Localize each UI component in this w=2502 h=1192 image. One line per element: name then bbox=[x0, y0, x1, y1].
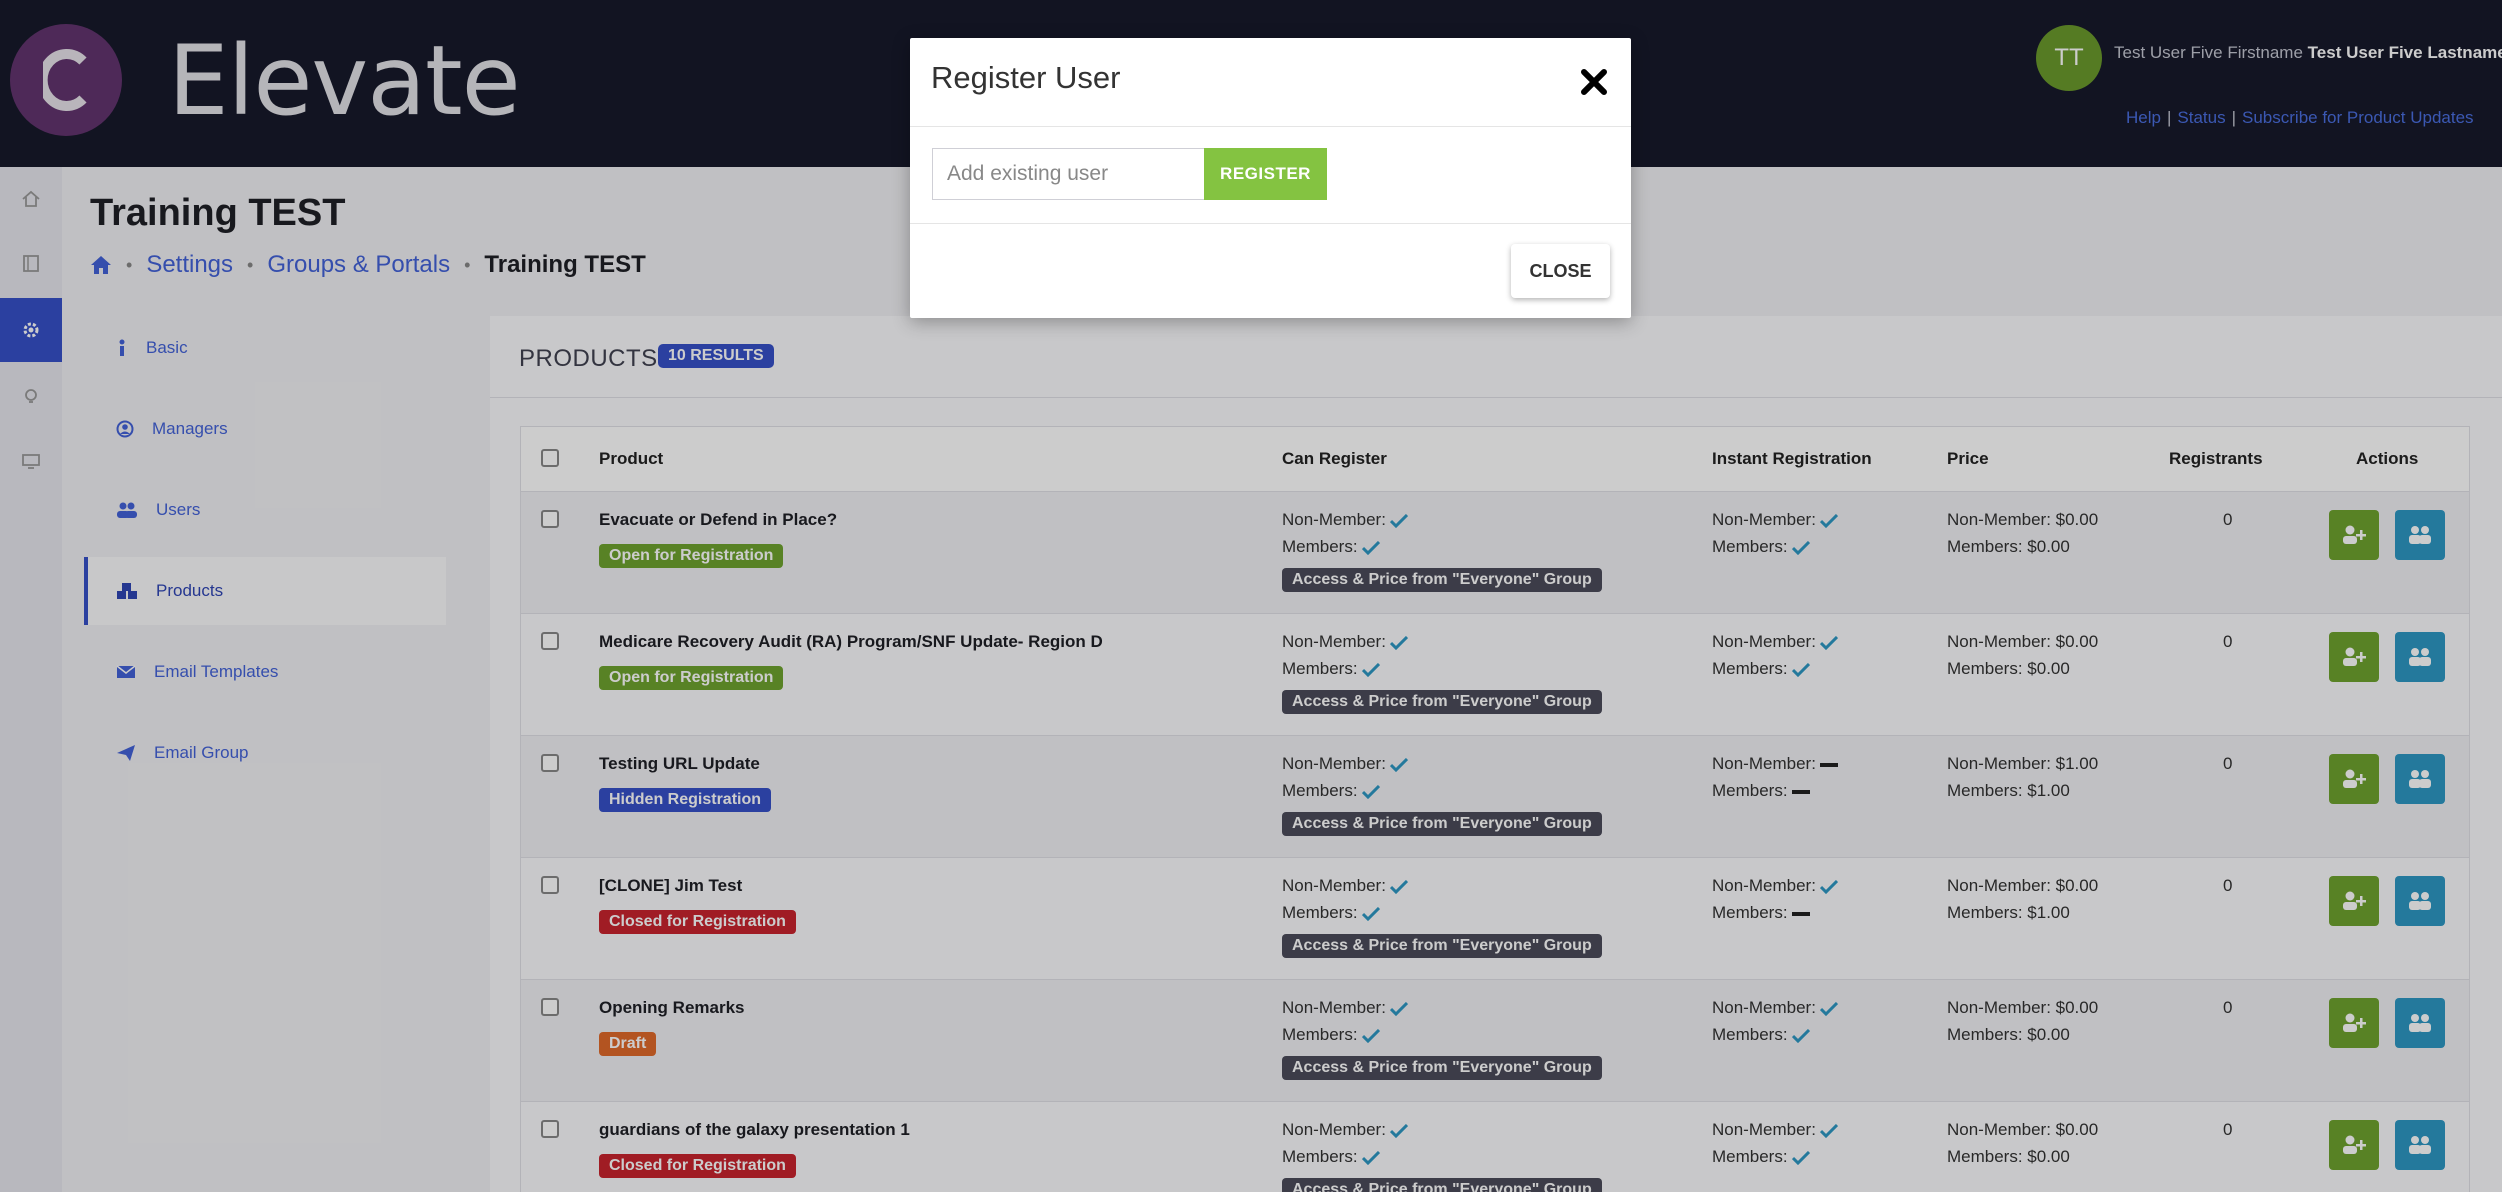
close-button[interactable]: CLOSE bbox=[1511, 244, 1610, 298]
add-existing-user-input[interactable]: Add existing user bbox=[932, 148, 1226, 200]
register-user-modal: Register User Add existing user REGISTER… bbox=[910, 38, 1631, 318]
modal-title: Register User bbox=[931, 60, 1121, 95]
register-button[interactable]: REGISTER bbox=[1204, 148, 1327, 200]
close-icon[interactable] bbox=[1578, 66, 1610, 98]
